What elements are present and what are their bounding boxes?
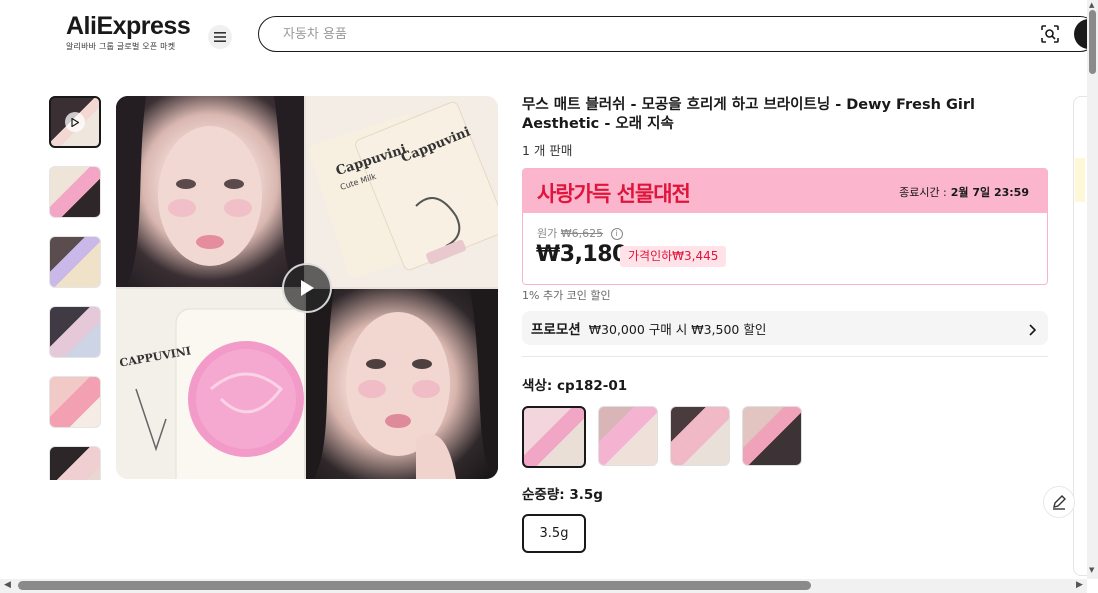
promotion-price-box: 사랑가득 선물대전 종료시간 :2월 7일 23:59 원가 ₩6,625 i … (522, 168, 1048, 285)
weight-option-label: 순중량: 3.5g (522, 487, 603, 503)
horizontal-scroll-thumb[interactable] (18, 581, 811, 590)
product-photo-1: Cappuvini Cute Milk Cappuvini (306, 96, 498, 287)
logo-text: AliExpress (66, 12, 191, 40)
original-price-label: 원가 (537, 227, 558, 240)
end-time-value: 2월 7일 23:59 (950, 186, 1029, 199)
promotion-text: ₩30,000 구매 시 ₩3,500 할인 (588, 321, 767, 337)
color-swatches (522, 406, 814, 468)
product-photo-2: CAPPUVINI (116, 289, 304, 479)
sold-count: 1 개 판매 (522, 143, 573, 158)
image-search-button[interactable] (1038, 22, 1062, 46)
thumbnail-image[interactable] (49, 236, 101, 288)
promotion-row[interactable]: 프로모션 ₩30,000 구매 시 ₩3,500 할인 (522, 311, 1048, 345)
logo-tagline: 알리바바 그룹 글로벌 오픈 마켓 (66, 42, 176, 51)
price-area: 원가 ₩6,625 i ₩3,180 가격인하₩3,445 (523, 213, 1047, 284)
scroll-down-arrow[interactable]: ▼ (1089, 566, 1094, 574)
thumbnail-image[interactable] (49, 446, 101, 480)
main-product-image[interactable]: Cappuvini Cute Milk Cappuvini CAPPUVINI (116, 96, 498, 479)
model-photo-1 (116, 96, 304, 287)
promotion-banner: 사랑가득 선물대전 종료시간 :2월 7일 23:59 (523, 169, 1047, 213)
promotion-title: 사랑가득 선물대전 (537, 181, 691, 206)
scroll-right-arrow[interactable]: ▶ (1076, 580, 1083, 590)
camera-scan-icon (1041, 25, 1059, 43)
aliexpress-logo[interactable]: AliExpress 알리바바 그룹 글로벌 오픈 마켓 (66, 12, 191, 52)
color-option-label: 색상: cp182-01 (522, 378, 628, 394)
search-input[interactable] (283, 26, 983, 42)
promotion-end-time: 종료시간 :2월 7일 23:59 (899, 184, 1029, 200)
current-price: ₩3,180 (536, 242, 627, 267)
end-time-label: 종료시간 : (899, 186, 947, 199)
menu-button[interactable] (208, 25, 232, 49)
hamburger-icon (214, 32, 226, 42)
original-price-value: ₩6,625 (560, 227, 604, 240)
color-swatch[interactable] (742, 406, 802, 466)
pencil-icon (1053, 495, 1066, 510)
page: AliExpress 알리바바 그룹 글로벌 오픈 마켓 자동차 용품 Capp… (0, 0, 1098, 593)
model-photo-2 (306, 289, 498, 479)
coin-discount-note: 1% 추가 코인 할인 (522, 289, 611, 302)
chevron-right-icon (1028, 321, 1037, 340)
vertical-scroll-thumb[interactable] (1089, 10, 1096, 74)
horizontal-scrollbar[interactable]: ◀ ▶ (0, 579, 1087, 593)
play-icon (301, 280, 314, 296)
feedback-button[interactable] (1043, 486, 1075, 518)
promotion-label: 프로모션 (531, 322, 581, 338)
product-title: 무스 매트 블러쉬 - 모공을 흐리게 하고 브라이트닝 - Dewy Fres… (522, 97, 975, 132)
play-icon (65, 112, 85, 132)
video-play-button[interactable] (282, 263, 332, 313)
thumbnail-list (48, 96, 102, 480)
scroll-up-arrow[interactable]: ▲ (1089, 1, 1094, 9)
color-swatch[interactable] (598, 406, 658, 466)
weight-option-button[interactable]: 3.5g (522, 514, 586, 553)
thumbnail-image[interactable] (49, 166, 101, 218)
color-swatch[interactable] (670, 406, 730, 466)
thumbnail-image[interactable] (49, 376, 101, 428)
product-info: 무스 매트 블러쉬 - 모공을 흐리게 하고 브라이트닝 - Dewy Fres… (522, 96, 1048, 553)
search-bar[interactable] (258, 16, 1098, 52)
discount-badge: 가격인하₩3,445 (620, 246, 727, 267)
info-icon[interactable]: i (610, 228, 623, 240)
scroll-left-arrow[interactable]: ◀ (4, 580, 11, 590)
vertical-scrollbar[interactable]: ▲ ▼ (1087, 0, 1098, 579)
side-panel-highlight (1075, 158, 1085, 202)
original-price: 원가 ₩6,625 i (537, 225, 623, 241)
divider (522, 356, 1048, 357)
thumbnail-video[interactable] (49, 96, 101, 148)
color-swatch-selected[interactable] (522, 406, 586, 468)
thumbnail-image[interactable] (49, 306, 101, 358)
